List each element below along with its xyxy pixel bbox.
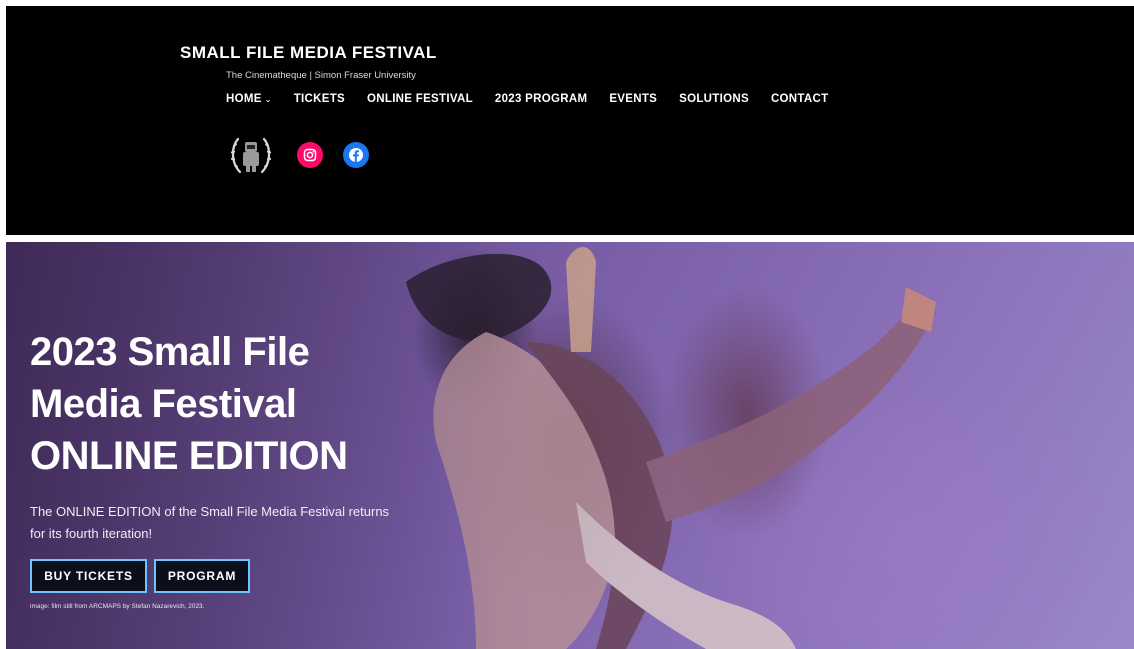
facebook-link[interactable]: [343, 142, 369, 168]
instagram-icon: [303, 148, 317, 162]
festival-laurel-logo[interactable]: [228, 133, 274, 177]
nav-item-home[interactable]: HOME ⌄: [226, 93, 272, 105]
nav-item-solutions[interactable]: SOLUTIONS: [679, 93, 749, 105]
hero-section: 2023 Small File Media Festival ONLINE ED…: [6, 242, 1134, 649]
nav-item-label: CONTACT: [770, 93, 829, 105]
main-nav: HOME ⌄ TICKETS ONLINE FESTIVAL 2023 PROG…: [226, 93, 828, 105]
image-credit: image: film still from ARCMAPS by Stefan…: [30, 603, 205, 610]
hero-subtitle: The ONLINE EDITION of the Small File Med…: [30, 504, 390, 541]
nav-item-online-festival[interactable]: ONLINE FESTIVAL: [367, 93, 473, 105]
program-button[interactable]: PROGRAM: [154, 559, 250, 593]
hero-title-line: Media Festival: [30, 382, 297, 426]
instagram-link[interactable]: [297, 142, 323, 168]
hero-title-line: ONLINE EDITION: [30, 434, 348, 478]
site-title[interactable]: SMALL FILE MEDIA FESTIVAL: [180, 43, 437, 63]
facebook-icon: [349, 148, 363, 162]
nav-item-label: SOLUTIONS: [679, 93, 749, 105]
site-header: SMALL FILE MEDIA FESTIVAL The Cinematheq…: [6, 6, 1134, 235]
nav-item-events[interactable]: EVENTS: [609, 93, 657, 105]
buy-tickets-button[interactable]: BUY TICKETS: [30, 559, 147, 593]
nav-item-label: 2023 PROGRAM: [494, 93, 588, 105]
nav-item-label: HOME: [226, 93, 262, 105]
site-tagline: The Cinematheque | Simon Fraser Universi…: [226, 70, 416, 81]
nav-item-2023-program[interactable]: 2023 PROGRAM: [495, 93, 587, 105]
nav-item-label: ONLINE FESTIVAL: [367, 93, 473, 105]
nav-item-tickets[interactable]: TICKETS: [294, 93, 345, 105]
nav-item-label: TICKETS: [293, 93, 346, 105]
nav-item-contact[interactable]: CONTACT: [771, 93, 828, 105]
chevron-down-icon: ⌄: [264, 94, 272, 104]
hero-title-line: 2023 Small File: [30, 330, 310, 374]
nav-item-label: EVENTS: [609, 93, 658, 105]
hero-title: 2023 Small File Media Festival ONLINE ED…: [30, 326, 450, 482]
